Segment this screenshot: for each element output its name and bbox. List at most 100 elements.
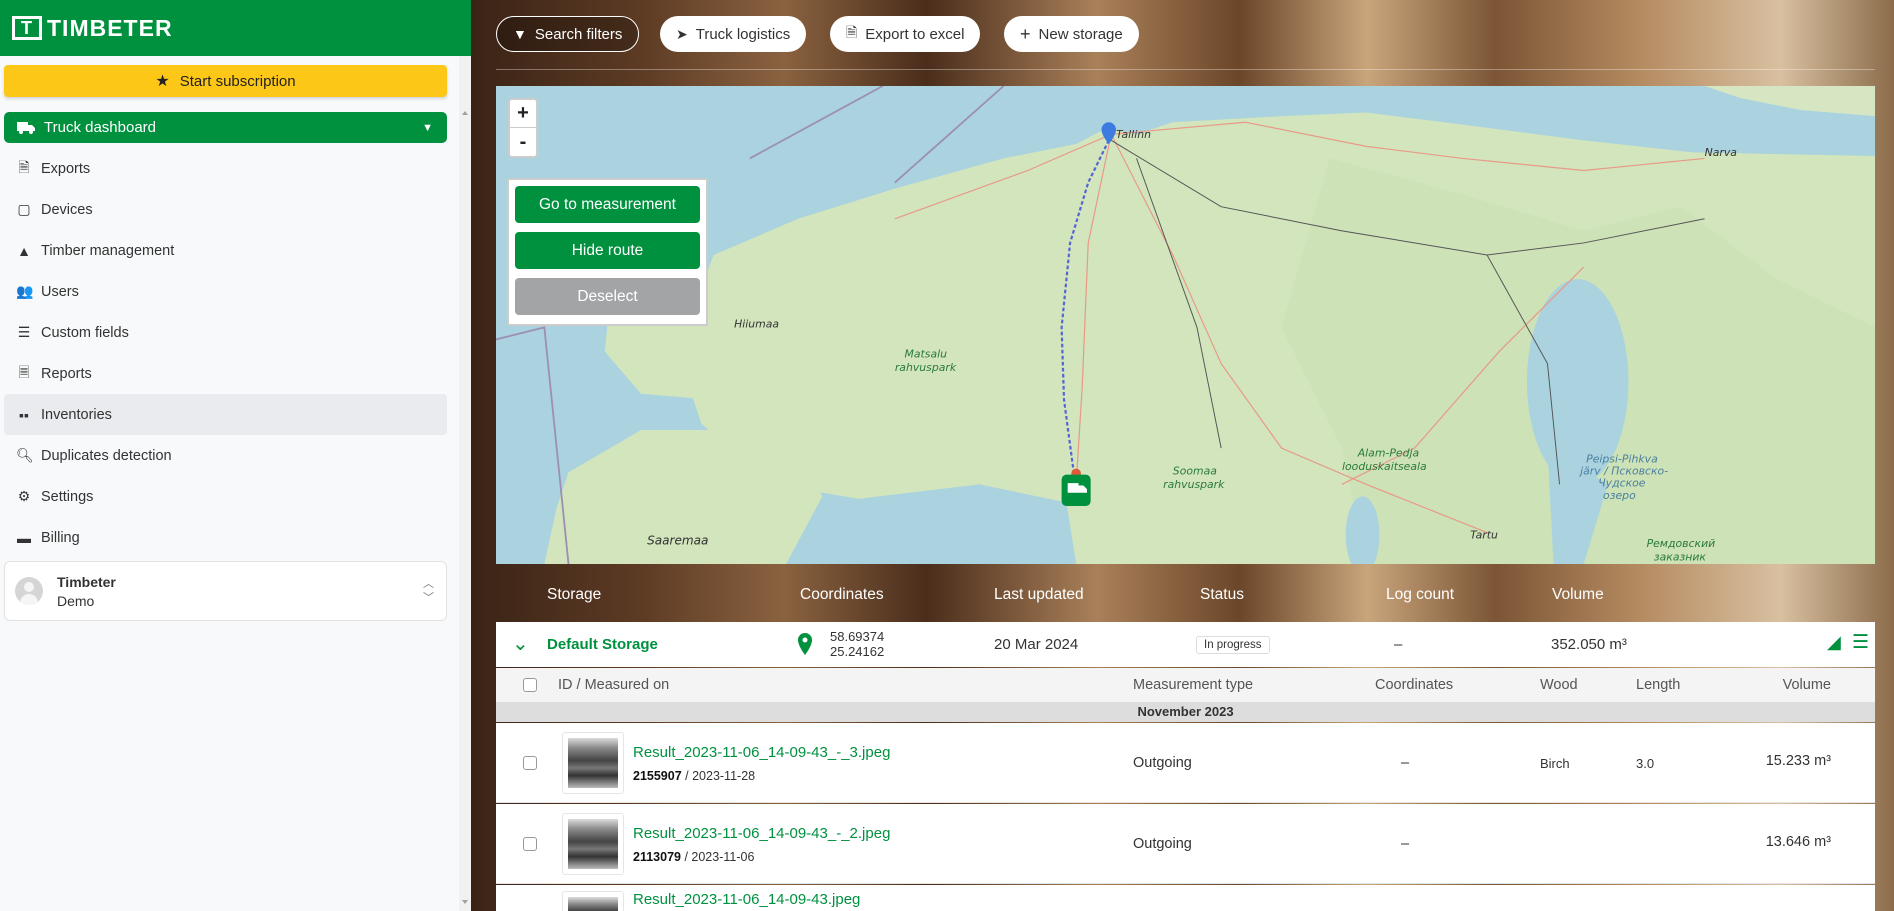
map-pin-icon — [798, 633, 812, 655]
map-label: Tartu — [1470, 529, 1498, 542]
measurement-volume: 15.233 m³ — [1765, 753, 1831, 769]
sidebar-item-label: Duplicates detection — [41, 447, 172, 464]
export-excel-button[interactable]: 🗎 Export to excel — [830, 16, 981, 52]
column-header: Volume — [1782, 677, 1831, 693]
brand-header[interactable]: T TIMBETER — [0, 0, 471, 56]
sidebar-menu: 🗎 Exports ▢ Devices ▲ Timber management 👥 Us… — [4, 148, 447, 558]
measurement-thumbnail[interactable] — [562, 813, 624, 875]
truck-icon — [17, 121, 35, 134]
table-row[interactable]: Result_2023-11-06_14-09-43.jpeg — [496, 885, 1875, 911]
measurement-id: 2155907 — [633, 769, 682, 783]
star-icon: ★ — [155, 73, 170, 90]
start-subscription-button[interactable]: ★ Start subscription — [4, 65, 447, 97]
caret-down-icon[interactable]: ▼ — [422, 122, 433, 134]
map-label: Ремдовский — [1647, 537, 1716, 550]
sidebar-item-custom-fields[interactable]: ☰ Custom fields — [4, 312, 447, 353]
storage-longitude: 25.24162 — [830, 644, 885, 659]
map-label: Matsalu — [905, 348, 948, 361]
measurement-file-link[interactable]: Result_2023-11-06_14-09-43.jpeg — [633, 891, 860, 908]
measurement-thumbnail[interactable] — [562, 732, 624, 794]
divider — [496, 69, 1875, 70]
sidebar-scrollbar[interactable] — [459, 56, 471, 911]
column-header: Wood — [1540, 677, 1578, 693]
table-row[interactable]: Result_2023-11-06_14-09-43_-_2.jpeg 2113… — [496, 804, 1875, 884]
measurement-coordinates: – — [1401, 755, 1410, 771]
truck-logistics-button[interactable]: ➤ Truck logistics — [660, 16, 807, 52]
sidebar-item-reports[interactable]: 🗏 Reports — [4, 353, 447, 394]
sidebar-item-truck-dashboard[interactable]: Truck dashboard ▼ — [4, 112, 447, 143]
user-switcher[interactable]: Timbeter Demo ︿ ﹀ — [4, 561, 447, 621]
sidebar-item-inventories[interactable]: ▪▪ Inventories — [4, 394, 447, 435]
map-label: rahvuspark — [895, 361, 957, 374]
tree-icon: ▲ — [17, 242, 31, 259]
measurement-file-link[interactable]: Result_2023-11-06_14-09-43_-_2.jpeg — [633, 825, 890, 842]
file-export-icon: 🗎 — [18, 158, 30, 175]
wood-type: Birch — [1540, 756, 1570, 771]
sidebar-item-label: Users — [41, 283, 79, 300]
sidebar-item-label: Timber management — [41, 242, 175, 259]
month-group-header: November 2023 — [496, 702, 1875, 722]
zoom-in-button[interactable]: + — [510, 100, 536, 128]
go-to-measurement-button[interactable]: Go to measurement — [515, 186, 700, 223]
chart-icon[interactable]: ◢ — [1827, 632, 1841, 653]
sidebar-item-devices[interactable]: ▢ Devices — [4, 189, 447, 230]
sidebar-item-label: Inventories — [41, 406, 112, 423]
button-label: Truck logistics — [695, 25, 791, 43]
map-label: озеро — [1603, 489, 1636, 502]
measurement-id: 2113079 — [633, 850, 681, 864]
select-all-checkbox[interactable] — [523, 678, 537, 692]
row-checkbox[interactable] — [523, 837, 537, 851]
sidebar-item-billing[interactable]: ▬ Billing — [4, 517, 447, 558]
measurement-thumbnail[interactable] — [562, 891, 624, 911]
timbeter-logo-icon: T — [12, 16, 42, 40]
user-name: Timbeter — [57, 573, 116, 590]
sidebar-item-exports[interactable]: 🗎 Exports — [4, 148, 447, 189]
column-header: Storage — [547, 586, 602, 603]
column-header: Coordinates — [800, 586, 884, 603]
button-label: Export to excel — [865, 25, 965, 43]
storage-row[interactable]: ⌄ Default Storage 58.69374 25.24162 20 M… — [496, 622, 1875, 667]
table-row[interactable]: Result_2023-11-06_14-09-43_-_3.jpeg 2155… — [496, 723, 1875, 803]
status-badge: In progress — [1196, 636, 1270, 654]
map-label: Hiiumaa — [734, 317, 779, 330]
measurement-file-link[interactable]: Result_2023-11-06_14-09-43_-_3.jpeg — [633, 744, 890, 761]
sidebar-item-duplicates-detection[interactable]: 🔍︎ Duplicates detection — [4, 435, 447, 476]
column-header: Measurement type — [1133, 677, 1254, 693]
map-label: rahvuspark — [1163, 478, 1225, 491]
subscribe-label: Start subscription — [179, 72, 296, 90]
column-header: Log count — [1386, 586, 1455, 603]
chevron-down-icon[interactable]: ⌄ — [512, 631, 529, 656]
zoom-out-button[interactable]: - — [510, 128, 536, 156]
map-label: looduskaitseala — [1342, 460, 1427, 473]
menu-icon[interactable]: ☰ — [1852, 631, 1869, 654]
filter-icon: ▼ — [513, 26, 527, 42]
map-label: Alam-Pedja — [1357, 447, 1419, 460]
sidebar-item-users[interactable]: 👥 Users — [4, 271, 447, 312]
map[interactable]: Tallinn Narva Hiiumaa Matsalu rahvuspark… — [496, 86, 1875, 564]
credit-card-icon: ▬ — [17, 529, 31, 546]
gear-icon: ⚙ — [17, 488, 31, 504]
storage-name[interactable]: Default Storage — [547, 636, 658, 653]
deselect-button[interactable]: Deselect — [515, 278, 700, 315]
hide-route-button[interactable]: Hide route — [515, 232, 700, 269]
map-label: Narva — [1705, 146, 1737, 159]
column-header: Coordinates — [1375, 677, 1454, 693]
avatar — [15, 577, 43, 605]
sidebar-item-timber-management[interactable]: ▲ Timber management — [4, 230, 447, 271]
row-checkbox[interactable] — [523, 756, 537, 770]
map-label: Soomaa — [1173, 465, 1217, 478]
search-filters-button[interactable]: ▼ Search filters — [496, 16, 640, 52]
sidebar: T TIMBETER ★ Start subscription Truck da… — [0, 0, 471, 911]
log-length: 3.0 — [1636, 756, 1655, 771]
storage-log-count: – — [1394, 636, 1403, 653]
sidebar-item-label: Exports — [41, 160, 91, 177]
storage-latitude: 58.69374 — [830, 629, 885, 644]
column-header: ID / Measured on — [558, 677, 670, 693]
sidebar-item-label: Custom fields — [41, 324, 129, 341]
map-label: järv / Псковско- — [1578, 465, 1668, 478]
brand-name: TIMBETER — [47, 14, 173, 41]
new-storage-button[interactable]: + New storage — [1004, 16, 1139, 52]
storage-last-updated: 20 Mar 2024 — [994, 636, 1079, 653]
map-label: Peipsi-Pihkva — [1586, 453, 1658, 466]
sidebar-item-settings[interactable]: ⚙ Settings — [4, 476, 447, 517]
